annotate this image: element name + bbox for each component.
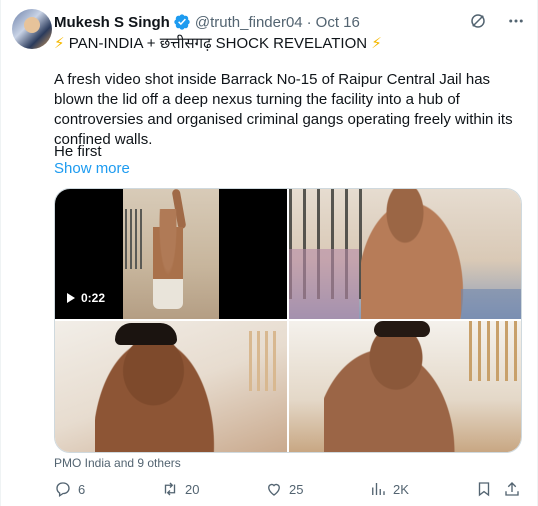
man-figure	[361, 189, 471, 319]
view-count: 2K	[393, 481, 409, 497]
author-handle[interactable]: @truth_finder04	[195, 14, 303, 31]
separator-dot: ·	[306, 13, 312, 31]
blue-cloth	[461, 289, 521, 319]
like-button[interactable]: 25	[265, 478, 303, 500]
share-icon	[505, 482, 519, 496]
reply-button[interactable]: 6	[54, 478, 85, 500]
man-figure	[324, 321, 474, 452]
action-bar: 6 20 25 2K	[54, 478, 524, 500]
video-duration: 0:22	[81, 291, 106, 305]
like-count: 25	[289, 481, 304, 497]
window-bars	[249, 331, 279, 391]
video-thumbnail[interactable]: 0:22	[55, 189, 287, 319]
more-icon[interactable]	[507, 12, 525, 30]
cloth	[289, 249, 359, 319]
hair	[374, 321, 430, 337]
video-duration-badge[interactable]: 0:22	[67, 291, 105, 305]
tweet-body-paragraph: A fresh video shot inside Barrack No-15 …	[54, 71, 513, 148]
media-grid: 0:22	[54, 188, 522, 453]
tweet-body-paragraph-2: He first	[54, 143, 102, 160]
window-bars	[469, 321, 517, 381]
photo-4[interactable]	[289, 321, 521, 452]
retweet-icon	[164, 482, 176, 496]
liked-by[interactable]: PMO India and 9 others	[54, 456, 181, 470]
bookmark-icon	[478, 482, 490, 497]
share-button[interactable]	[503, 478, 521, 500]
cell-bars	[125, 209, 145, 269]
video-frame	[123, 189, 219, 319]
tweet-headline: ⚡ PAN-INDIA + छत्तीसगढ़ SHOCK REVELATION…	[54, 34, 382, 54]
reply-count: 6	[78, 481, 86, 497]
tweet-date[interactable]: Oct 16	[316, 14, 360, 31]
hair	[115, 323, 177, 345]
verified-badge-icon	[173, 13, 191, 31]
lightning-emoji-icon: ⚡	[54, 35, 65, 52]
bookmark-button[interactable]	[475, 478, 493, 500]
man-figure	[153, 209, 183, 309]
play-icon	[67, 293, 75, 303]
show-more-link[interactable]: Show more	[54, 160, 130, 177]
lightning-emoji-icon: ⚡	[371, 35, 382, 52]
tweet-body: A fresh video shot inside Barrack No-15 …	[54, 70, 524, 150]
grok-icon[interactable]	[469, 12, 487, 30]
photo-3[interactable]	[55, 321, 287, 452]
avatar[interactable]	[12, 9, 52, 49]
views-button[interactable]: 2K	[369, 478, 409, 500]
views-icon	[372, 483, 385, 495]
like-icon	[268, 483, 280, 496]
tweet-card[interactable]: Mukesh S Singh @truth_finder04 · Oct 16 …	[0, 0, 538, 506]
tweet-header: Mukesh S Singh @truth_finder04 · Oct 16	[54, 12, 360, 32]
author-name[interactable]: Mukesh S Singh	[54, 14, 170, 31]
retweet-count: 20	[185, 481, 200, 497]
headline-text: PAN-INDIA + छत्तीसगढ़ SHOCK REVELATION	[68, 35, 368, 52]
photo-2[interactable]	[289, 189, 521, 319]
retweet-button[interactable]: 20	[161, 478, 199, 500]
header-actions	[469, 12, 525, 30]
reply-icon	[56, 482, 70, 498]
